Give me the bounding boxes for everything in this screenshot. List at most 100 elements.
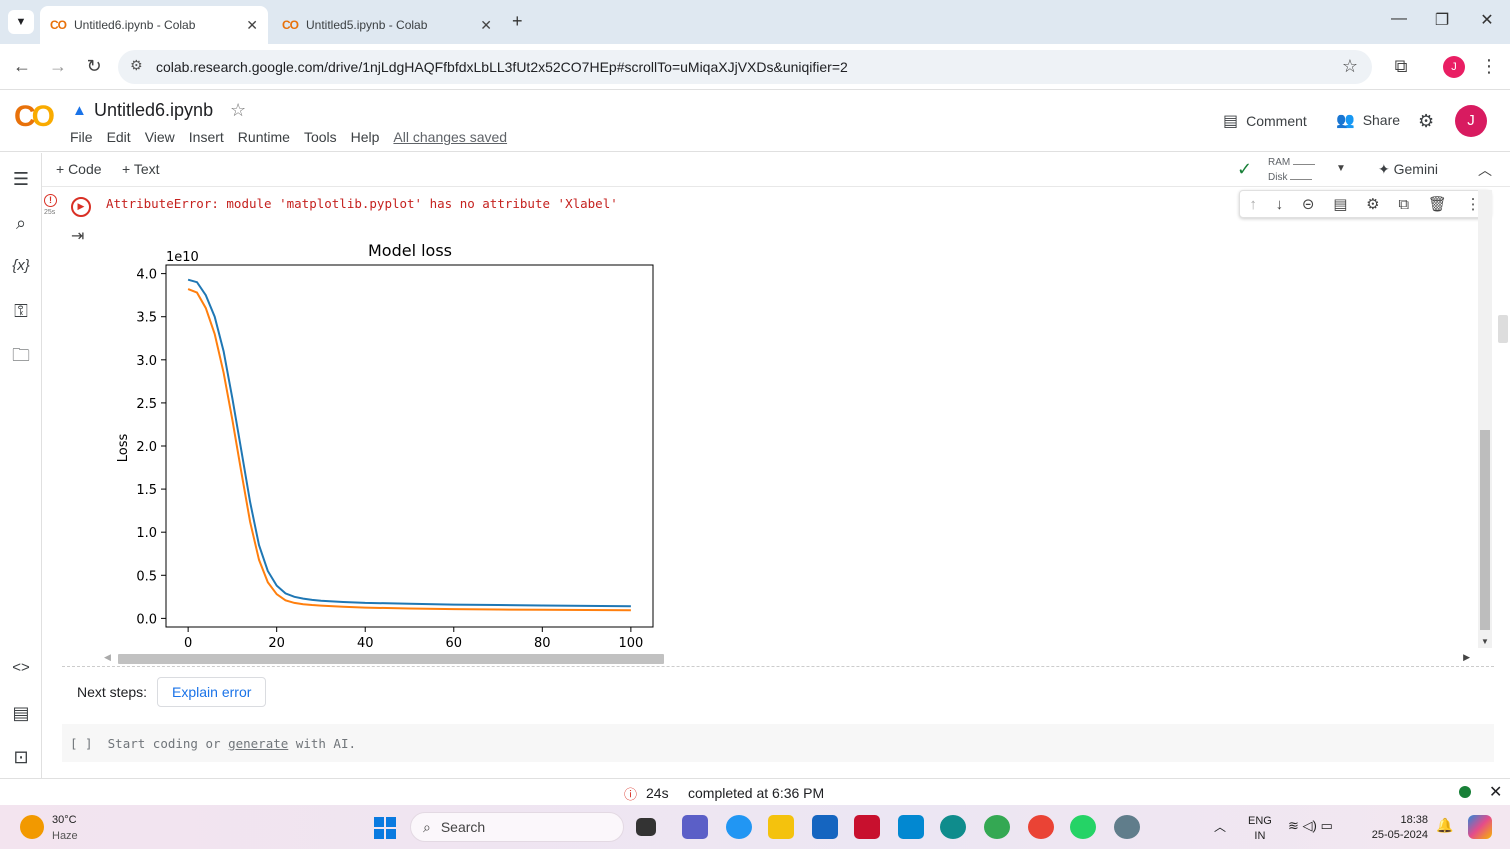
collapse-header-icon[interactable]: ︿	[1478, 160, 1492, 180]
menu-tools[interactable]: Tools	[304, 129, 337, 145]
move-down-icon[interactable]: ↓	[1276, 196, 1284, 213]
terminal-icon[interactable]: ⊡	[9, 747, 33, 768]
tab-search-chevron-icon[interactable]: ▼	[8, 10, 34, 34]
runtime-dropdown-icon[interactable]: ▼	[1336, 163, 1346, 174]
task-view-icon[interactable]	[636, 818, 656, 836]
menu-insert[interactable]: Insert	[189, 129, 224, 145]
app-icon[interactable]	[898, 815, 924, 839]
site-settings-icon[interactable]: ⚙	[130, 57, 143, 74]
output-horizontal-scrollbar[interactable]: ◀ ▶	[104, 652, 1470, 666]
forward-icon[interactable]: →	[46, 56, 70, 77]
command-palette-icon[interactable]: ▤	[9, 703, 33, 724]
teams-icon[interactable]	[682, 815, 708, 839]
ram-disk-indicator[interactable]: RAM Disk	[1268, 155, 1316, 185]
scroll-left-arrow[interactable]: ◀	[104, 652, 111, 663]
browser-tab-untitled5[interactable]: CO Untitled5.ipynb - Colab ✕	[272, 6, 502, 44]
language-indicator[interactable]: ENG IN	[1248, 814, 1272, 844]
browser-menu-icon[interactable]: ⋮	[1477, 56, 1501, 77]
close-tab-icon[interactable]: ✕	[480, 17, 492, 34]
menu-file[interactable]: File	[70, 129, 93, 145]
menu-help[interactable]: Help	[351, 129, 380, 145]
menu-view[interactable]: View	[145, 129, 175, 145]
explain-error-button[interactable]: Explain error	[157, 677, 267, 707]
x-ticks: 0 20 40 60 80 100	[184, 627, 643, 651]
store-icon[interactable]	[812, 815, 838, 839]
run-cell-button[interactable]: ▶	[71, 197, 91, 217]
widgets-icon[interactable]	[726, 815, 752, 839]
whatsapp-icon[interactable]	[1070, 815, 1096, 839]
settings-gear-icon[interactable]: ⚙	[1418, 111, 1434, 132]
delete-cell-icon[interactable]: 🗑	[1428, 195, 1447, 213]
back-icon[interactable]: ←	[10, 56, 34, 77]
link-icon[interactable]: ⊝	[1302, 195, 1315, 213]
user-avatar[interactable]: J	[1455, 105, 1487, 137]
colab-logo[interactable]: CO	[14, 100, 55, 134]
close-tab-icon[interactable]: ✕	[246, 17, 258, 34]
variables-icon[interactable]: {x}	[9, 257, 33, 274]
x-tick-label: 20	[268, 636, 285, 651]
mcafee-icon[interactable]	[854, 815, 880, 839]
vscroll-thumb[interactable]	[1480, 430, 1490, 630]
chrome-active-icon[interactable]	[1028, 815, 1054, 839]
new-tab-button[interactable]: +	[512, 11, 523, 32]
y-tick-label: 1.0	[136, 526, 157, 541]
star-icon[interactable]: ☆	[230, 100, 246, 121]
y-offset-label: 1e10	[166, 250, 199, 265]
menu-edit[interactable]: Edit	[107, 129, 131, 145]
move-up-icon[interactable]: ↑	[1249, 196, 1257, 213]
wifi-volume-battery-icons[interactable]: ≋ ◁) ▭	[1288, 818, 1333, 834]
scroll-right-arrow[interactable]: ▶	[1463, 652, 1470, 663]
generate-link[interactable]: generate	[228, 736, 288, 751]
output-vertical-scrollbar[interactable]: ▼	[1478, 190, 1492, 648]
chrome-icon[interactable]	[984, 815, 1010, 839]
browser-tab-untitled6[interactable]: CO Untitled6.ipynb - Colab ✕	[40, 6, 268, 44]
clock[interactable]: 18:38 25-05-2024	[1364, 813, 1428, 843]
close-status-icon[interactable]: ✕	[1489, 782, 1502, 802]
comment-icon: ▤	[1223, 113, 1239, 130]
mirror-cell-icon[interactable]: ⧉	[1398, 196, 1409, 213]
y-tick-label: 0.5	[136, 569, 157, 584]
edge-icon[interactable]	[940, 815, 966, 839]
notification-bell-icon[interactable]: 🔔	[1436, 817, 1453, 834]
output-options-icon[interactable]: ⇥	[71, 226, 84, 246]
url-bar[interactable]: ⚙ colab.research.google.com/drive/1njLdg…	[118, 50, 1372, 84]
search-icon[interactable]: ⌕	[9, 213, 33, 234]
gemini-button[interactable]: ✦ Gemini	[1378, 161, 1438, 178]
minimize-icon[interactable]: —	[1384, 10, 1414, 28]
copilot-icon[interactable]	[1468, 815, 1492, 839]
table-of-contents-icon[interactable]: ☰	[9, 169, 33, 190]
page-scrollbar-thumb[interactable]	[1498, 315, 1508, 343]
scroll-thumb[interactable]	[118, 654, 664, 664]
cell-settings-icon[interactable]: ⚙	[1366, 195, 1379, 213]
error-message: AttributeError: module 'matplotlib.pyplo…	[106, 196, 618, 211]
x-tick-label: 80	[534, 636, 551, 651]
file-explorer-icon[interactable]	[768, 815, 794, 839]
menu-runtime[interactable]: Runtime	[238, 129, 290, 145]
cell-action-toolbar: ↑ ↓ ⊝ ▤ ⚙ ⧉ 🗑 ⋮	[1239, 190, 1491, 218]
comment-button[interactable]: ▤ Comment	[1223, 111, 1307, 131]
completion-status[interactable]: completed at 6:36 PM	[688, 785, 824, 801]
chart-title: Model loss	[368, 241, 452, 260]
reload-icon[interactable]: ↻	[82, 56, 106, 77]
notebook-title[interactable]: Untitled6.ipynb	[94, 100, 213, 121]
empty-code-cell[interactable]: [ ] Start coding or generate with AI.	[62, 724, 1494, 762]
taskbar-search-box[interactable]: ⌕ Search	[410, 812, 624, 842]
save-status[interactable]: All changes saved	[393, 129, 507, 145]
bookmark-star-icon[interactable]: ☆	[1342, 56, 1358, 77]
restore-icon[interactable]: ❐	[1427, 10, 1457, 30]
comment-cell-icon[interactable]: ▤	[1333, 195, 1347, 213]
files-folder-icon[interactable]: 🗀	[9, 343, 33, 373]
close-window-icon[interactable]: ✕	[1472, 10, 1502, 30]
tray-chevron-icon[interactable]: ︿	[1214, 818, 1226, 835]
profile-avatar[interactable]: J	[1443, 56, 1465, 78]
settings-icon[interactable]	[1114, 815, 1140, 839]
secrets-key-icon[interactable]: ⚿	[9, 301, 33, 322]
add-text-button[interactable]: + Text	[122, 161, 160, 177]
add-code-button[interactable]: + Code	[56, 161, 102, 177]
scroll-down-arrow[interactable]: ▼	[1481, 637, 1489, 646]
share-button[interactable]: 👥 Share	[1336, 111, 1400, 129]
weather-icon[interactable]	[20, 815, 44, 839]
extensions-icon[interactable]: ⧉	[1389, 56, 1413, 77]
code-snippets-icon[interactable]: <>	[9, 659, 33, 676]
start-windows-icon[interactable]	[374, 817, 396, 839]
